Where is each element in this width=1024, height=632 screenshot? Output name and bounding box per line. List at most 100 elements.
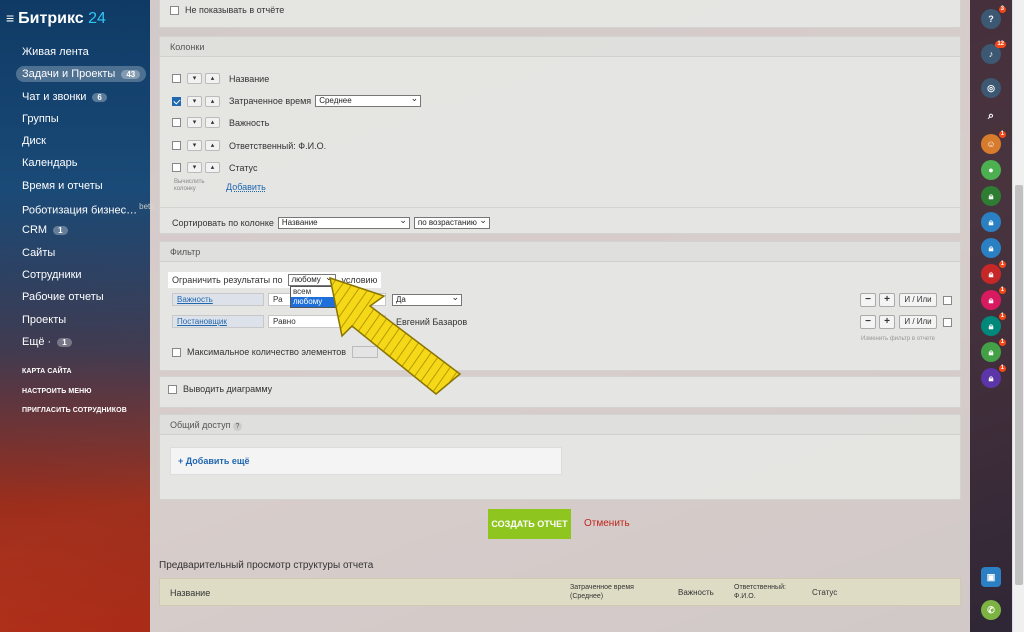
column-name: Затраченное время [229, 96, 312, 106]
preview-col: Название [170, 588, 211, 598]
nav-item-feed[interactable]: Живая лента [22, 46, 89, 58]
sort-column-select[interactable]: Название [277, 215, 410, 229]
search-icon[interactable]: ⌕ [981, 106, 1001, 126]
chat-icon[interactable]: ◎ [981, 78, 1001, 98]
logo[interactable]: ≡ Битрикс 24 [6, 10, 106, 28]
scroll-thumb[interactable] [1015, 185, 1023, 585]
lock-icon[interactable]: 🔒︎ 1 [981, 313, 1006, 336]
move-up-button[interactable]: ▴ [205, 117, 220, 128]
nav-item-chat[interactable]: Чат и звонки 6 [22, 91, 107, 103]
change-filter-hint: Изменить фильтр в отчете [861, 336, 936, 342]
move-up-button[interactable]: ▴ [205, 73, 220, 84]
max-elements-label: Максимальное количество элементов [187, 347, 347, 357]
filter-checkbox[interactable] [943, 317, 952, 327]
screen-share-icon[interactable]: ▣ [981, 567, 1001, 587]
bell-icon[interactable]: ♪ 12 [981, 41, 1006, 64]
nav-item-sites[interactable]: Сайты [22, 247, 55, 259]
sort-order-select[interactable]: по возрастанию [413, 215, 490, 229]
access-title: Общий доступ ? [160, 415, 960, 435]
columns-title: Колонки [160, 37, 960, 57]
menu-icon[interactable]: ≡ [6, 10, 14, 26]
lock-icon[interactable]: 🔒︎ [981, 186, 1001, 206]
annotation-arrow [329, 276, 462, 395]
add-condition-button[interactable]: + [879, 293, 895, 307]
preview-table-header: Название Затраченное время (Среднее) Важ… [159, 578, 961, 606]
column-row: ▾ ▴ Важность [172, 117, 269, 128]
configure-menu-link[interactable]: НАСТРОИТЬ МЕНЮ [22, 388, 92, 395]
diagram-label: Выводить диаграмму [183, 384, 273, 394]
filter-checkbox[interactable] [943, 295, 952, 305]
preview-col: Затраченное время (Среднее) [570, 584, 634, 600]
columns-panel: Колонки ▾ ▴ Название ▾ ▴ Затраченное вре… [159, 36, 961, 234]
sitemap-link[interactable]: КАРТА САЙТА [22, 368, 72, 375]
lock-icon[interactable]: 🔒︎ [981, 238, 1001, 258]
phone-icon[interactable]: ✆ [981, 600, 1001, 620]
nav-item-groups[interactable]: Группы [22, 113, 59, 125]
nav-item-robots[interactable]: Роботизация бизнес… beta [22, 202, 155, 217]
user-icon[interactable]: ● [981, 160, 1001, 180]
lock-icon[interactable]: 🔒︎ 1 [981, 339, 1006, 362]
invite-link[interactable]: ПРИГЛАСИТЬ СОТРУДНИКОВ [22, 407, 127, 414]
nav-item-time[interactable]: Время и отчеты [22, 180, 103, 192]
hide-in-report-label: Не показывать в отчёте [185, 5, 285, 15]
filter-field-link[interactable]: Постановщик [172, 315, 264, 328]
nav-item-more[interactable]: Ещё · 1 [22, 336, 72, 348]
preview-col: Ответственный: Ф.И.О. [734, 584, 786, 600]
hide-in-report-checkbox[interactable] [170, 5, 179, 15]
add-column-link[interactable]: Добавить [226, 182, 266, 192]
nav-item-tasks[interactable]: Задачи и Проекты 43 [16, 66, 147, 82]
diagram-checkbox[interactable] [168, 384, 177, 394]
filter-title: Фильтр [160, 242, 960, 262]
nav-item-projects[interactable]: Проекты [22, 314, 66, 326]
cancel-button[interactable]: Отменить [584, 518, 630, 529]
access-panel: Общий доступ ? + Добавить ещё [159, 414, 961, 500]
max-elements-checkbox[interactable] [172, 347, 181, 357]
column-checkbox[interactable] [172, 141, 181, 150]
add-condition-button[interactable]: + [879, 315, 895, 329]
column-checkbox[interactable] [172, 96, 181, 106]
preview-title: Предварительный просмотр структуры отчет… [159, 560, 374, 571]
create-report-button[interactable]: СОЗДАТЬ ОТЧЕТ [488, 509, 571, 539]
move-up-button[interactable]: ▴ [205, 95, 220, 107]
column-row: ▾ ▴ Название [172, 73, 269, 84]
help-icon[interactable]: ? 3 [981, 6, 1006, 29]
column-row: ▾ ▴ Ответственный: Ф.И.О. [172, 140, 326, 151]
lock-icon[interactable]: 🔒︎ [981, 212, 1001, 232]
help-icon[interactable]: ? [232, 422, 242, 431]
nav-item-calendar[interactable]: Календарь [22, 157, 78, 169]
nav-item-work-reports[interactable]: Рабочие отчеты [22, 291, 104, 303]
lock-icon[interactable]: 🔒︎ 1 [981, 287, 1006, 310]
column-checkbox[interactable] [172, 163, 181, 172]
column-checkbox[interactable] [172, 74, 181, 83]
nav-item-employees[interactable]: Сотрудники [22, 269, 82, 281]
move-up-button[interactable]: ▴ [205, 162, 220, 173]
lock-icon[interactable]: 🔒︎ 1 [981, 261, 1006, 284]
scrollbar[interactable] [1012, 0, 1024, 632]
move-down-button[interactable]: ▾ [187, 162, 202, 173]
aggregate-select[interactable]: Среднее [315, 93, 422, 107]
left-sidebar: ≡ Битрикс 24 Живая лента Задачи и Проекты… [0, 0, 155, 632]
limit-label: Ограничить результаты по [172, 275, 283, 285]
move-down-button[interactable]: ▾ [187, 117, 202, 128]
move-down-button[interactable]: ▾ [187, 95, 202, 107]
filter-field-link[interactable]: Важность [172, 293, 264, 306]
column-row: ▾ ▴ Статус [172, 162, 257, 173]
remove-condition-button[interactable]: − [860, 315, 876, 329]
and-or-button[interactable]: И / Или [899, 315, 937, 329]
add-more-link[interactable]: + Добавить ещё [178, 456, 249, 466]
remove-condition-button[interactable]: − [860, 293, 876, 307]
column-name: Статус [229, 162, 258, 173]
column-name: Ответственный: Ф.И.О. [229, 140, 327, 151]
main-content: Не показывать в отчёте Колонки ▾ ▴ Назва… [150, 0, 970, 632]
move-down-button[interactable]: ▾ [187, 73, 202, 84]
move-down-button[interactable]: ▾ [187, 140, 202, 151]
column-name: Важность [229, 117, 270, 128]
nav-item-disk[interactable]: Диск [22, 135, 46, 147]
lock-icon[interactable]: 🔒︎ 1 [981, 365, 1006, 388]
move-up-button[interactable]: ▴ [205, 140, 220, 151]
avatar-icon[interactable]: ☺ 1 [981, 131, 1006, 154]
nav-item-crm[interactable]: CRM 1 [22, 224, 68, 236]
preview-col: Статус [812, 588, 838, 597]
and-or-button[interactable]: И / Или [899, 293, 937, 307]
column-checkbox[interactable] [172, 118, 181, 127]
